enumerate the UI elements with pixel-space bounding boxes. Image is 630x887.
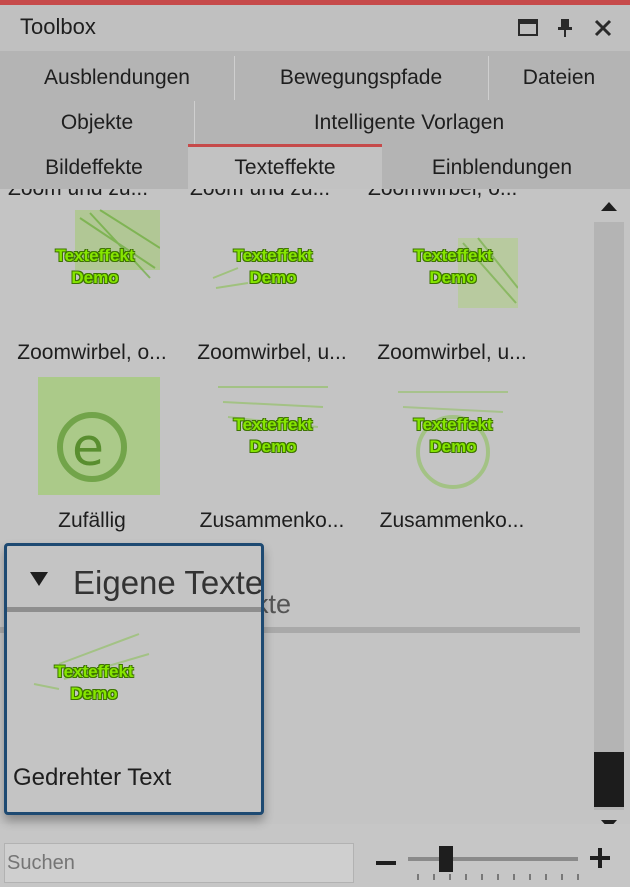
effect-thumbnail[interactable]: Texteffekt Demo: [388, 377, 518, 495]
effect-caption-cut[interactable]: Zoom und zu...: [190, 189, 330, 201]
effect-thumbnail[interactable]: Texteffekt Demo: [208, 208, 338, 326]
effect-demo-text: Texteffekt Demo: [413, 245, 492, 289]
scroll-thumb[interactable]: [594, 752, 624, 807]
effect-demo-text: Texteffekt Demo: [233, 245, 312, 289]
popup-thumbnail[interactable]: Texteffekt Demo: [29, 624, 159, 742]
close-icon[interactable]: [590, 15, 616, 41]
scroll-up-icon[interactable]: [600, 199, 618, 217]
tab-dateien[interactable]: Dateien: [488, 56, 630, 100]
demo-line-2: Demo: [429, 268, 477, 287]
popup-divider: [7, 607, 261, 612]
popup-item-name: Gedrehter Text: [13, 764, 172, 791]
zoom-out-icon[interactable]: [376, 854, 396, 872]
scrollbar[interactable]: [590, 189, 630, 829]
demo-line-2: Demo: [71, 268, 119, 287]
demo-line-1: Texteffekt: [413, 415, 493, 434]
tab-strip: Ausblendungen Bewegungspfade Dateien Obj…: [0, 51, 630, 189]
effect-thumbnail[interactable]: Texteffekt Demo: [208, 377, 338, 495]
maximize-icon[interactable]: [515, 15, 541, 41]
zoom-slider[interactable]: [408, 844, 582, 884]
demo-line-1: Texteffekt: [233, 415, 313, 434]
tab-einblendungen[interactable]: Einblendungen: [382, 146, 622, 190]
tab-objekte[interactable]: Objekte: [0, 101, 195, 145]
search-input[interactable]: [4, 843, 354, 883]
tab-intelligente-vorlagen[interactable]: Intelligente Vorlagen: [194, 101, 624, 145]
tab-bildeffekte[interactable]: Bildeffekte: [0, 146, 188, 190]
effect-caption[interactable]: Zufällig: [2, 509, 182, 533]
demo-line-1: Texteffekt: [54, 662, 134, 681]
effect-thumbnail[interactable]: Texteffekt Demo: [388, 208, 518, 326]
bottom-bar: [0, 824, 630, 887]
drag-preview-popup[interactable]: Eigene Texte Texteffekt Demo Gedrehter Te…: [4, 543, 264, 815]
effect-caption[interactable]: Zoomwirbel, o...: [2, 341, 182, 365]
demo-line-2: Demo: [249, 268, 297, 287]
effect-caption[interactable]: Zoomwirbel, u...: [362, 341, 542, 365]
demo-line-2: Demo: [429, 437, 477, 456]
popup-group-header[interactable]: Eigene Texte: [7, 546, 261, 606]
demo-line-1: Texteffekt: [233, 246, 313, 265]
effect-caption[interactable]: Zusammenko...: [362, 509, 542, 533]
effect-demo-text: Texteffekt Demo: [233, 414, 312, 458]
popup-demo-text: Texteffekt Demo: [54, 661, 133, 705]
effect-thumbnail[interactable]: Texteffekt Demo: [30, 208, 160, 326]
effect-caption-cut[interactable]: Zoom und zu...: [8, 189, 148, 201]
effect-caption-cut[interactable]: Zoomwirbel, o...: [368, 189, 517, 201]
popup-group-title: Eigene Texte: [73, 564, 264, 601]
tab-texteffekte[interactable]: Texteffekte: [188, 144, 382, 189]
collapse-triangle-icon[interactable]: [29, 571, 49, 592]
tab-ausblendungen[interactable]: Ausblendungen: [0, 56, 235, 100]
zoom-slider-handle[interactable]: [439, 846, 453, 872]
title-bar: Toolbox: [0, 5, 630, 51]
tab-bewegungspfade[interactable]: Bewegungspfade: [234, 56, 489, 100]
effect-caption[interactable]: Zusammenko...: [182, 509, 362, 533]
scroll-track[interactable]: [594, 222, 624, 810]
svg-text:e: e: [72, 418, 104, 478]
pin-icon[interactable]: [552, 15, 578, 41]
window-title: Toolbox: [20, 14, 96, 39]
effect-demo-text: Texteffekt Demo: [413, 414, 492, 458]
effect-thumbnail[interactable]: e: [30, 377, 160, 495]
effect-demo-text: Texteffekt Demo: [55, 245, 134, 289]
effect-thumbnail-image: e: [38, 377, 160, 495]
zoom-in-icon[interactable]: [590, 848, 610, 873]
effect-caption[interactable]: Zoomwirbel, u...: [182, 341, 362, 365]
demo-line-1: Texteffekt: [55, 246, 135, 265]
demo-line-2: Demo: [249, 437, 297, 456]
demo-line-1: Texteffekt: [413, 246, 493, 265]
demo-line-2: Demo: [70, 684, 118, 703]
